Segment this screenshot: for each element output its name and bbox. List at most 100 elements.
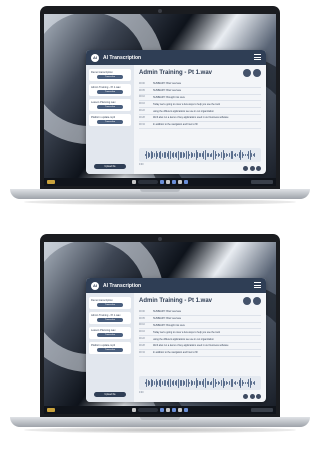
download-icon[interactable] [253,297,261,305]
waveform-bar [170,379,172,387]
waveform-bar [177,378,179,388]
rewind-icon[interactable] [243,166,248,171]
upload-button[interactable]: Upload file [94,392,126,397]
file-card[interactable]: Platform update.mp3 Transcribe [89,342,131,354]
transcribe-button[interactable]: Transcribe [97,120,123,124]
transcribe-button[interactable]: Transcribe [97,303,123,307]
taskbar-app-icon[interactable] [166,408,170,412]
transcribe-button[interactable]: Transcribe [97,333,123,337]
taskbar-app-icon[interactable] [172,180,176,184]
audio-waveform[interactable] [139,148,261,162]
waveform-bar [236,153,238,157]
taskbar-app-icon[interactable] [166,180,170,184]
waveform-bar [189,381,191,385]
download-icon[interactable] [253,69,261,77]
waveform-bar [162,153,164,157]
play-icon[interactable] [249,394,255,399]
transcript-text: using the different applications we use … [153,109,214,113]
taskbar-app-icon[interactable] [178,408,182,412]
taskbar-app-icon[interactable] [160,408,164,412]
title-bar: AI AI Transcription [86,278,266,293]
start-icon[interactable] [132,408,136,412]
waveform-bar [177,150,179,160]
taskbar-app-icon[interactable] [160,180,164,184]
laptop-screen: AI AI Transcription Demo transcription T… [44,242,276,414]
hamburger-menu-icon[interactable] [254,282,261,288]
transcribe-button[interactable]: Transcribe [97,75,123,79]
transcript-line[interactable]: 00:28 We'll also run a demo of key applic… [139,115,261,122]
forward-icon[interactable] [256,166,261,171]
transcript-title: Admin Training - Pt 1.wav [139,298,213,304]
edit-icon[interactable] [243,297,251,305]
transcript-line[interactable]: 00:22 using the different applications we… [139,336,261,343]
forward-icon[interactable] [256,394,261,399]
file-name: Platform update.mp3 [91,116,116,119]
play-icon[interactable] [249,166,255,171]
file-card[interactable]: Admin Training - Pt 1.wav Transcribe [89,312,131,324]
webcam [158,9,162,13]
timestamp: 00:00 [139,310,145,313]
taskbar-app-icon[interactable] [184,408,188,412]
app-logo: AI [91,281,99,290]
transcript-line[interactable]: 00:16 Today we're going to cover a few wa… [139,329,261,337]
edit-icon[interactable] [243,69,251,77]
file-card[interactable]: Platform update.mp3 Transcribe [89,114,131,126]
weather-widget-icon[interactable] [47,180,55,184]
waveform-bar [185,151,187,159]
start-icon[interactable] [132,180,136,184]
timestamp: 00:05 [139,89,145,92]
taskbar-search[interactable] [138,180,158,184]
laptop-screen: AI AI Transcription Demo transcription T… [44,14,276,186]
waveform-bar [154,152,156,158]
transcript-line[interactable]: 00:10 SUMMARY: Brought into view [139,323,261,330]
transcript-panel: Admin Training - Pt 1.wav 00:00 SUMMARY: … [134,65,266,174]
transcript-text: In addition to the navigation and how to… [153,123,198,127]
system-tray[interactable] [251,408,273,412]
taskbar-app-icon[interactable] [184,180,188,184]
waveform-bar [228,153,230,157]
timestamp: 00:34 [139,123,145,126]
waveform-bar [248,378,250,388]
transcript-text: We'll also run a demo of key application… [153,116,229,120]
transcribe-button[interactable]: Transcribe [97,105,123,109]
file-card[interactable]: Lesson Planning.wav Transcribe [89,327,131,339]
transcript-line[interactable]: 00:34 In addition to the navigation and h… [139,122,261,129]
system-tray[interactable] [251,180,273,184]
transcript-line[interactable]: 00:05 SUMMARY: Brief overview [139,316,261,323]
hamburger-menu-icon[interactable] [254,54,261,60]
file-card[interactable]: Lesson Planning.wav Transcribe [89,99,131,111]
rewind-icon[interactable] [243,394,248,399]
laptop-shadow [24,427,296,433]
waveform-bar [146,379,148,387]
file-card[interactable]: Demo transcription Transcribe [89,297,131,309]
transcribe-button[interactable]: Transcribe [97,348,123,352]
weather-widget-icon[interactable] [47,408,55,412]
timestamp: 00:22 [139,110,145,113]
taskbar-app-icon[interactable] [178,180,182,184]
timestamp: 00:10 [139,96,145,99]
upload-button[interactable]: Upload file [94,164,126,169]
audio-waveform[interactable] [139,376,261,390]
file-name: Platform update.mp3 [91,344,116,347]
transcript-line[interactable]: 00:22 using the different applications we… [139,108,261,115]
file-card[interactable]: Admin Training - Pt 1.wav Transcribe [89,84,131,96]
transcript-title: Admin Training - Pt 1.wav [139,70,213,76]
transcript-line[interactable]: 00:34 In addition to the navigation and h… [139,350,261,357]
timestamp: 00:00 [139,82,145,85]
file-name: Lesson Planning.wav [91,101,116,104]
file-card[interactable]: Demo transcription Transcribe [89,69,131,81]
transcript-line[interactable]: 00:16 Today we're going to cover a few wa… [139,101,261,109]
transcript-line[interactable]: 00:28 We'll also run a demo of key applic… [139,343,261,350]
waveform-bar [254,153,256,157]
taskbar-app-icon[interactable] [172,408,176,412]
timestamp: 00:10 [139,324,145,327]
transcript-line[interactable]: 00:10 SUMMARY: Brought into view [139,95,261,102]
transcribe-button[interactable]: Transcribe [97,318,123,322]
transcript-line[interactable]: 00:05 SUMMARY: Brief overview [139,88,261,95]
timestamp: 00:28 [139,344,145,347]
taskbar-search[interactable] [138,408,158,412]
transcribe-button[interactable]: Transcribe [97,90,123,94]
transcript-line[interactable]: 00:00 SUMMARY: Brief overview [139,81,261,88]
transcript-line[interactable]: 00:00 SUMMARY: Brief overview [139,309,261,316]
waveform-bar [205,150,207,160]
